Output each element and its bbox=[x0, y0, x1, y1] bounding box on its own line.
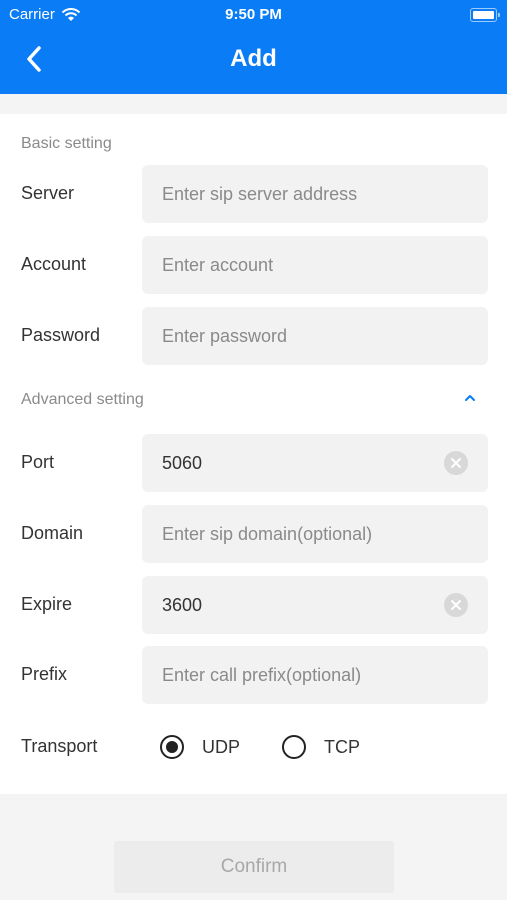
port-input[interactable] bbox=[162, 434, 442, 492]
udp-label: UDP bbox=[202, 736, 241, 757]
battery-icon bbox=[470, 8, 500, 22]
page-title: Add bbox=[230, 45, 277, 72]
account-input-box bbox=[142, 236, 488, 294]
server-input-box bbox=[142, 165, 488, 223]
navigation-bar: Add bbox=[0, 30, 507, 90]
transport-label: Transport bbox=[21, 736, 98, 756]
server-label: Server bbox=[21, 183, 75, 203]
settings-form: Basic setting Server Account Password Ad… bbox=[0, 114, 507, 794]
chevron-up-icon[interactable] bbox=[462, 390, 478, 406]
tcp-radio-icon[interactable] bbox=[282, 735, 306, 759]
account-input[interactable] bbox=[162, 236, 442, 294]
port-input-box bbox=[142, 434, 488, 492]
password-label: Password bbox=[21, 325, 101, 345]
clear-expire-icon[interactable] bbox=[444, 593, 468, 617]
transport-field: Transport UDP TCP bbox=[0, 732, 507, 762]
password-input[interactable] bbox=[162, 307, 442, 365]
transport-udp-radio[interactable]: UDP bbox=[160, 732, 240, 762]
prefix-input-box bbox=[142, 646, 488, 704]
account-field: Account bbox=[0, 236, 507, 296]
app-header: Carrier 9:50 PM Add bbox=[0, 0, 507, 94]
server-field: Server bbox=[0, 165, 507, 225]
prefix-input[interactable] bbox=[162, 646, 442, 704]
confirm-button[interactable]: Confirm bbox=[114, 841, 394, 893]
port-field: Port bbox=[0, 434, 507, 494]
basic-setting-label: Basic setting bbox=[21, 135, 112, 152]
status-time: 9:50 PM bbox=[225, 6, 282, 23]
expire-input-box bbox=[142, 576, 488, 634]
domain-field: Domain bbox=[0, 505, 507, 565]
port-label: Port bbox=[21, 452, 55, 472]
account-label: Account bbox=[21, 254, 87, 274]
expire-label: Expire bbox=[21, 594, 73, 614]
transport-tcp-radio[interactable]: TCP bbox=[282, 732, 360, 762]
clear-port-icon[interactable] bbox=[444, 451, 468, 475]
domain-input-box bbox=[142, 505, 488, 563]
password-input-box bbox=[142, 307, 488, 365]
advanced-setting-label: Advanced setting bbox=[21, 391, 144, 408]
prefix-label: Prefix bbox=[21, 664, 68, 684]
domain-label: Domain bbox=[21, 523, 84, 543]
password-field: Password bbox=[0, 307, 507, 367]
udp-radio-icon[interactable] bbox=[160, 735, 184, 759]
status-bar: Carrier 9:50 PM bbox=[0, 0, 507, 28]
expire-input[interactable] bbox=[162, 576, 442, 634]
prefix-field: Prefix bbox=[0, 646, 507, 706]
domain-input[interactable] bbox=[162, 505, 442, 563]
expire-field: Expire bbox=[0, 576, 507, 636]
server-input[interactable] bbox=[162, 165, 442, 223]
tcp-label: TCP bbox=[324, 736, 360, 757]
